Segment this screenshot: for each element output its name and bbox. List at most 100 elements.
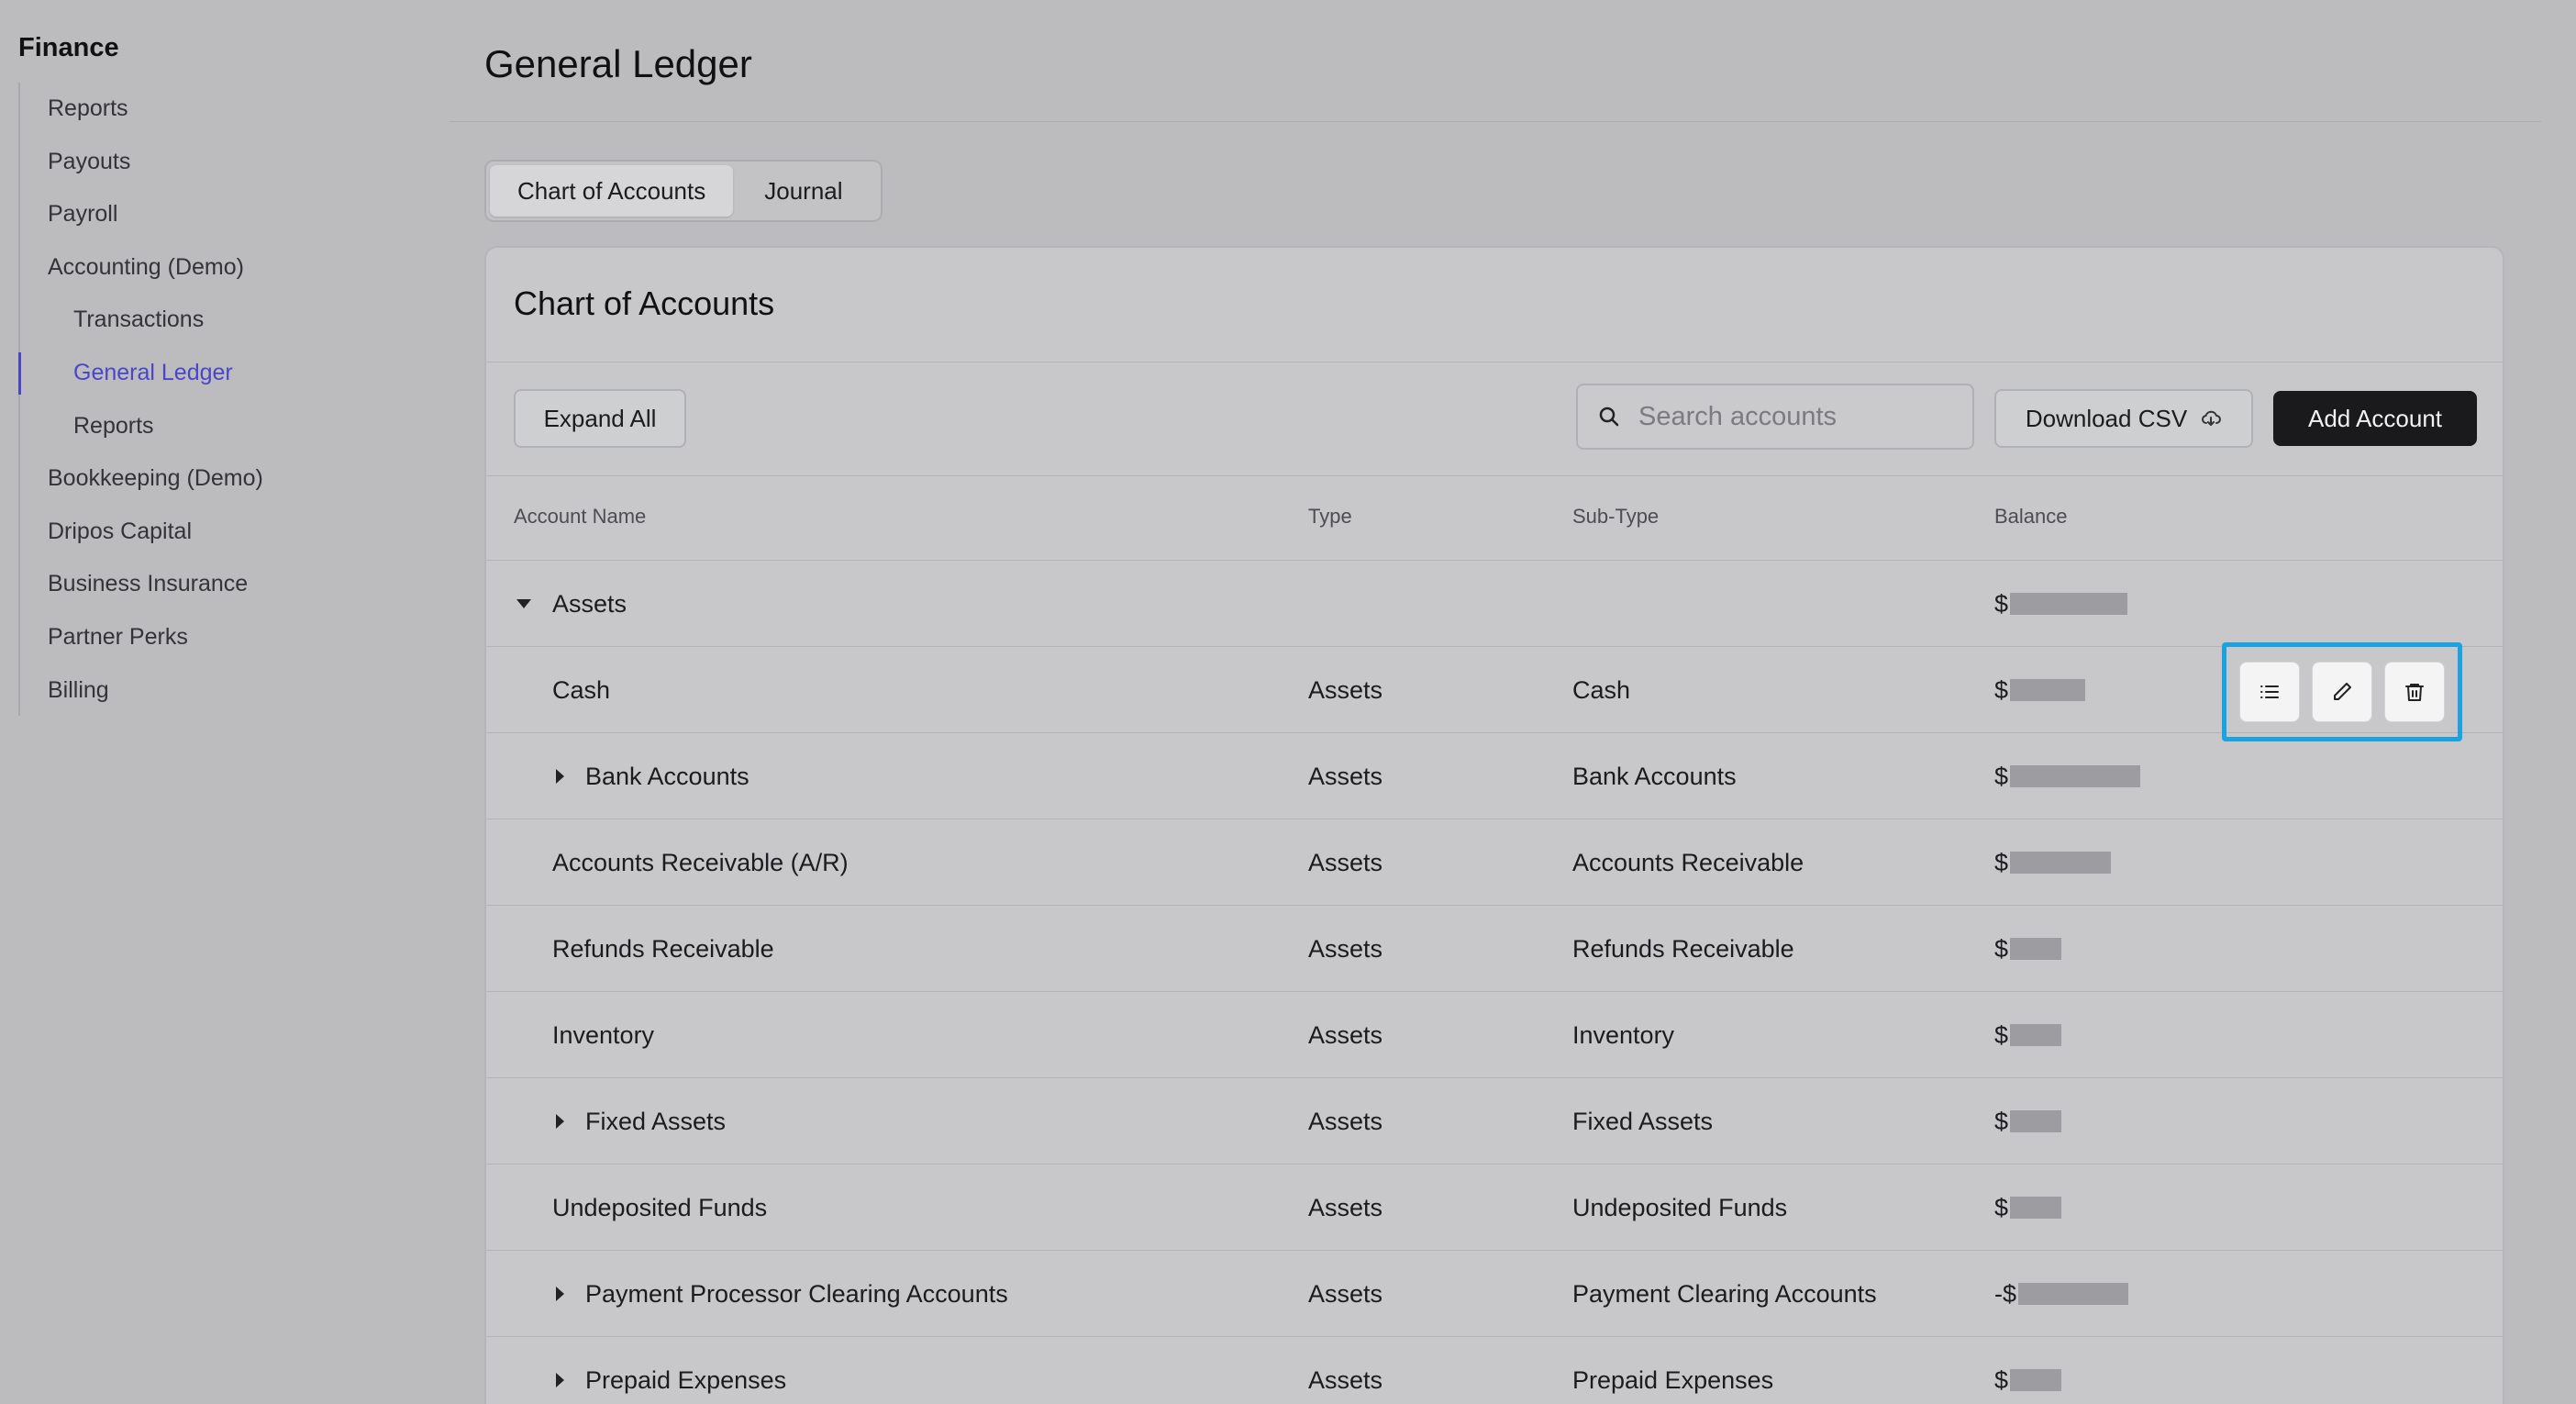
tab-journal[interactable]: Journal [737,165,870,217]
card-title: Chart of Accounts [514,284,775,322]
redacted-balance [2010,1197,2062,1219]
tab-bar: Chart of Accounts Journal [484,160,883,222]
account-subtype: Cash [1572,676,1631,704]
account-name: Inventory [552,1021,655,1049]
account-name: Prepaid Expenses [585,1366,787,1394]
table-row[interactable]: Undeposited Funds Assets Undeposited Fun… [486,1164,2503,1250]
account-name: Cash [552,676,611,704]
sidebar-item-billing[interactable]: Billing [20,664,422,718]
sidebar-title: Finance [18,33,119,62]
account-subtype: Prepaid Expenses [1572,1366,1774,1394]
delete-button[interactable] [2383,662,2445,722]
redacted-balance [2010,1110,2062,1132]
redacted-balance [2010,765,2141,787]
account-name: Assets [552,590,627,618]
search-input[interactable] [1638,401,1950,432]
account-type: Assets [1308,1021,1383,1049]
account-balance: $ [1994,1078,2062,1164]
table-row[interactable]: Prepaid Expenses Assets Prepaid Expenses… [486,1336,2503,1404]
table-row[interactable]: Inventory Assets Inventory $ [486,991,2503,1077]
account-name: Bank Accounts [585,763,749,790]
list-icon [2260,685,2280,698]
redacted-balance [2018,1283,2129,1305]
expand-all-button[interactable]: Expand All [514,389,686,448]
sidebar-item-payouts[interactable]: Payouts [20,136,422,189]
tab-chart-of-accounts[interactable]: Chart of Accounts [490,165,734,217]
account-subtype: Accounts Receivable [1572,849,1804,876]
caret-right-icon[interactable] [554,768,565,785]
sidebar-item-dripos-capital[interactable]: Dripos Capital [20,506,422,559]
chart-of-accounts-card: Chart of Accounts Expand All Download CS… [484,246,2504,1404]
account-subtype: Payment Clearing Accounts [1572,1280,1877,1308]
sidebar-item-partner-perks[interactable]: Partner Perks [20,611,422,664]
trash-icon [2404,684,2424,701]
caret-right-icon[interactable] [554,1113,565,1130]
search-field[interactable] [1576,384,1974,450]
caret-down-icon[interactable] [516,596,532,611]
title-divider [450,121,2541,122]
view-details-button[interactable] [2239,662,2301,722]
sidebar-item-business-insurance[interactable]: Business Insurance [20,558,422,611]
account-type: Assets [1308,1366,1383,1394]
table-row[interactable]: Payment Processor Clearing Accounts Asse… [486,1250,2503,1336]
sidebar-item-accounting[interactable]: Accounting (Demo) [20,241,422,295]
account-balance: $ [1994,1164,2062,1251]
balance-prefix: $ [1994,1021,2009,1049]
redacted-balance [2010,1024,2062,1046]
sidebar-item-reports[interactable]: Reports [20,83,422,136]
balance-prefix: $ [1994,763,2009,790]
account-type: Assets [1308,1108,1383,1135]
balance-prefix: $ [1994,1366,2009,1394]
account-subtype: Undeposited Funds [1572,1194,1788,1221]
account-balance: $ [1994,1337,2062,1404]
redacted-balance [2010,938,2062,960]
table-row[interactable]: Fixed Assets Assets Fixed Assets $ [486,1077,2503,1164]
column-header-account-name[interactable]: Account Name [514,505,646,529]
table-row[interactable]: Bank Accounts Assets Bank Accounts $ [486,732,2503,819]
caret-right-icon[interactable] [554,1286,565,1302]
account-balance: $ [1994,819,2112,906]
balance-prefix: $ [1994,1194,2009,1221]
account-balance: $ [1994,992,2062,1078]
account-type: Assets [1308,676,1383,704]
table-row[interactable]: Assets $ [486,560,2503,646]
add-account-button[interactable]: Add Account [2273,391,2477,446]
row-actions-group [2222,642,2462,741]
sidebar-item-transactions[interactable]: Transactions [20,294,422,347]
sidebar-item-payroll[interactable]: Payroll [20,188,422,241]
download-csv-button[interactable]: Download CSV [1994,389,2253,448]
sidebar-item-general-ledger[interactable]: General Ledger [18,347,422,400]
account-name: Accounts Receivable (A/R) [552,849,849,876]
toolbar-divider [486,475,2503,476]
redacted-balance [2010,852,2112,874]
column-header-balance[interactable]: Balance [1994,505,2068,529]
page-title: General Ledger [484,42,752,85]
table-row[interactable]: Cash Assets Cash $ [486,646,2503,732]
sidebar-item-accounting-reports[interactable]: Reports [20,400,422,453]
caret-right-icon[interactable] [554,1372,565,1388]
table-row[interactable]: Refunds Receivable Assets Refunds Receiv… [486,905,2503,991]
column-header-type[interactable]: Type [1308,505,1352,529]
account-subtype: Bank Accounts [1572,763,1737,790]
account-balance: $ [1994,647,2086,733]
column-header-sub-type[interactable]: Sub-Type [1572,505,1659,529]
edit-button[interactable] [2311,662,2372,722]
account-subtype: Inventory [1572,1021,1675,1049]
account-type: Assets [1308,935,1383,963]
account-type: Assets [1308,849,1383,876]
account-name: Undeposited Funds [552,1194,768,1221]
account-subtype: Refunds Receivable [1572,935,1794,963]
balance-prefix: $ [1994,935,2009,963]
search-icon [1599,407,1619,427]
account-name: Fixed Assets [585,1108,727,1135]
redacted-balance [2010,1369,2062,1391]
sidebar-nav: Reports Payouts Payroll Accounting (Demo… [18,83,422,716]
redacted-balance [2010,679,2086,701]
balance-prefix: $ [1994,1108,2009,1135]
balance-prefix: $ [1994,590,2009,618]
table-row[interactable]: Accounts Receivable (A/R) Assets Account… [486,819,2503,905]
download-csv-label: Download CSV [2025,404,2188,432]
account-type: Assets [1308,763,1383,790]
pencil-icon [2333,683,2351,700]
sidebar-item-bookkeeping[interactable]: Bookkeeping (Demo) [20,452,422,506]
